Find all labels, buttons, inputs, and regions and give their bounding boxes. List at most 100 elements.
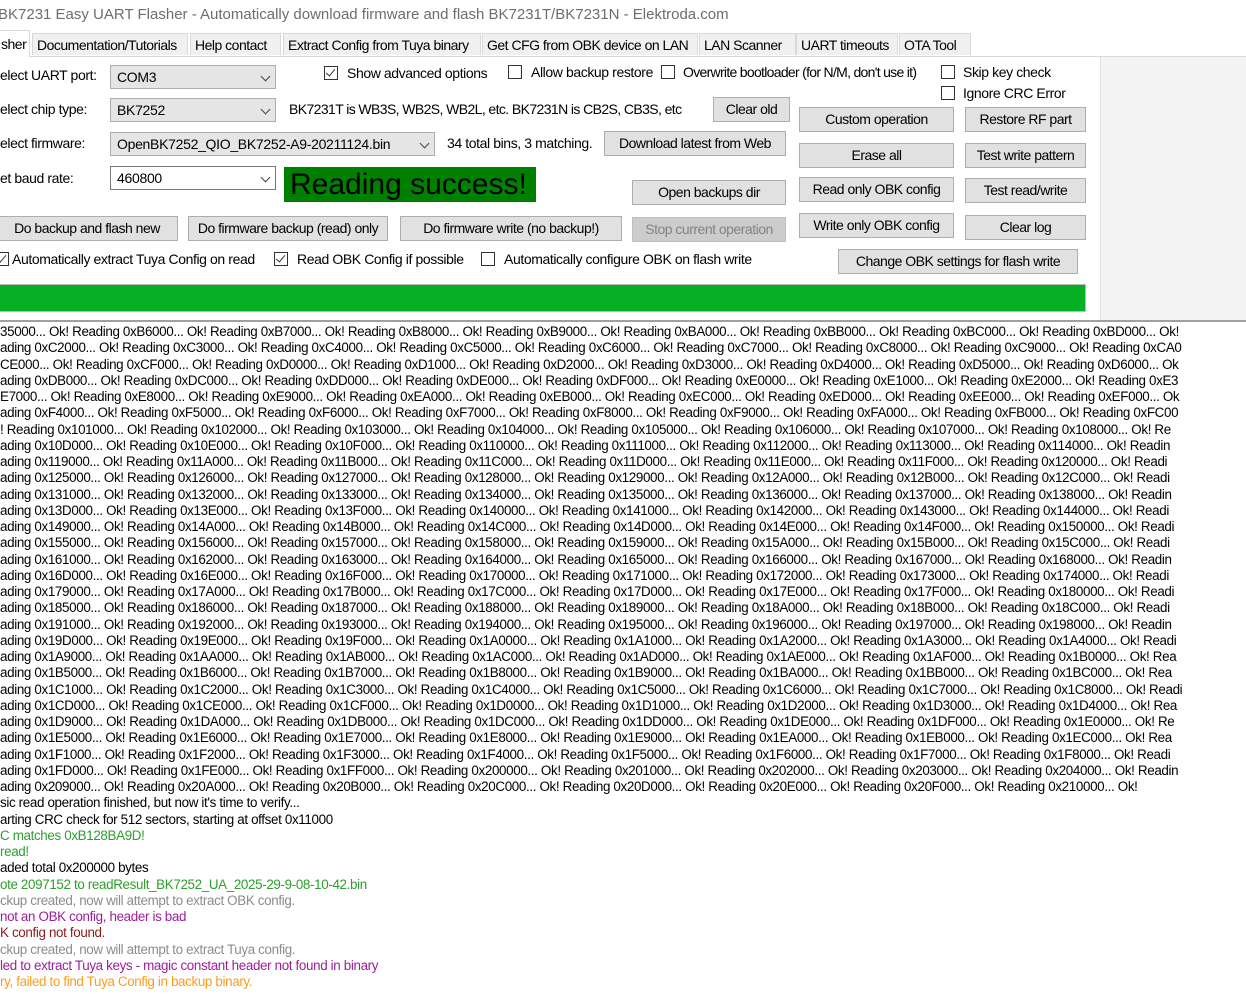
tab-help-contact[interactable]: Help contact [190, 33, 281, 55]
tab-bar: sher Documentation/Tutorials Help contac… [0, 30, 1246, 57]
log-line: not an OBK config, header is bad [0, 909, 187, 924]
change-obk-settings-button[interactable]: Change OBK settings for flash write [838, 249, 1078, 274]
backup-only-button[interactable]: Do firmware backup (read) only [188, 216, 388, 241]
restore-rf-button[interactable]: Restore RF part [965, 107, 1086, 132]
chevron-down-icon [260, 172, 271, 183]
read-obk-config-label: Read OBK Config if possible [297, 251, 464, 267]
log-line: ading 0x209000... Ok! Reading 0x20A000..… [0, 779, 1138, 794]
chevron-down-icon [419, 138, 430, 149]
write-obk-config-button[interactable]: Write only OBK config [799, 213, 954, 238]
log-line: aded total 0x200000 bytes [0, 860, 149, 876]
log-line: ading 0x1A9000... Ok! Reading 0x1AA000..… [0, 649, 1177, 664]
log-line: ading 0x185000... Ok! Reading 0x186000..… [0, 600, 1170, 616]
auto-extract-tuya-checkbox[interactable] [0, 252, 9, 266]
log-line: ading 0xDB000... Ok! Reading 0xDC000... … [0, 372, 1179, 388]
log-line: ading 0x149000... Ok! Reading 0x14A000..… [0, 519, 1175, 534]
log-line: 35000... Ok! Reading 0xB6000... Ok! Read… [0, 324, 1179, 339]
tab-lan-scanner[interactable]: LAN Scanner [699, 33, 796, 55]
firmware-select[interactable]: OpenBK7252_QIO_BK7252-A9-20211124.bin [110, 132, 435, 156]
log-splitter[interactable] [0, 320, 1246, 322]
skip-key-check-label: Skip key check [963, 64, 1051, 80]
baud-rate-value: 460800 [117, 170, 162, 186]
tab-extract-config[interactable]: Extract Config from Tuya binary [283, 33, 481, 55]
progress-bar [0, 284, 1086, 312]
log-line: ading 0x13D000... Ok! Reading 0x13E000..… [0, 502, 1169, 518]
chevron-down-icon [260, 104, 271, 115]
log-line: ote 2097152 to readResult_BK7252_UA_2025… [0, 876, 367, 892]
auto-configure-obk-checkbox[interactable] [481, 252, 495, 266]
download-latest-button[interactable]: Download latest from Web [604, 131, 786, 156]
log-line: ading 0x10D000... Ok! Reading 0x10E000..… [0, 437, 1171, 453]
log-line: ading 0xC2000... Ok! Reading 0xC3000... … [0, 340, 1182, 356]
log-line: ry, failed to find Tuya Config in backup… [0, 974, 253, 989]
log-line: ading 0x155000... Ok! Reading 0x156000..… [0, 535, 1170, 551]
test-read-write-button[interactable]: Test read/write [965, 178, 1086, 203]
clear-log-button[interactable]: Clear log [965, 215, 1086, 240]
log-line: ading 0x119000... Ok! Reading 0x11A000..… [0, 454, 1168, 469]
stop-operation-button[interactable]: Stop current operation [632, 217, 786, 242]
log-line: read! [0, 844, 29, 859]
firmware-value: OpenBK7252_QIO_BK7252-A9-20211124.bin [117, 136, 391, 152]
log-line: ading 0x1E5000... Ok! Reading 0x1E6000..… [0, 730, 1172, 746]
log-line: led to extract Tuya keys - magic constan… [0, 957, 379, 973]
open-backups-button[interactable]: Open backups dir [632, 180, 786, 205]
log-line: ading 0x1FD000... Ok! Reading 0x1FE000..… [0, 762, 1179, 778]
log-line: ! Reading 0x101000... Ok! Reading 0x1020… [0, 421, 1171, 437]
firmware-info-text: 34 total bins, 3 matching. [447, 135, 593, 151]
tab-flasher[interactable]: sher [0, 30, 30, 57]
tab-ota-tool[interactable]: OTA Tool [899, 33, 971, 55]
chip-type-label: elect chip type: [0, 101, 87, 117]
chip-type-select[interactable]: BK7252 [110, 98, 276, 122]
log-line: ading 0x19D000... Ok! Reading 0x19E000..… [0, 632, 1177, 648]
log-line: C matches 0xB128BA9D! [0, 827, 145, 843]
clear-old-button[interactable]: Clear old [713, 97, 790, 122]
ignore-crc-checkbox[interactable] [941, 86, 955, 100]
allow-backup-restore-label: Allow backup restore [531, 64, 653, 80]
log-line: ckup created, now will attempt to extrac… [0, 892, 295, 908]
backup-and-flash-button[interactable]: Do backup and flash new [0, 216, 178, 241]
overwrite-bootloader-checkbox[interactable] [661, 65, 675, 79]
chip-type-value: BK7252 [117, 102, 166, 118]
log-line: ading 0x125000... Ok! Reading 0x126000..… [0, 470, 1170, 486]
log-line: ading 0x191000... Ok! Reading 0x192000..… [0, 616, 1172, 632]
uart-port-value: COM3 [117, 69, 157, 85]
log-line: ading 0x16D000... Ok! Reading 0x16E000..… [0, 567, 1169, 583]
skip-key-check-checkbox[interactable] [941, 65, 955, 79]
tab-uart-timeouts[interactable]: UART timeouts [796, 33, 898, 55]
show-advanced-checkbox[interactable] [324, 66, 338, 80]
log-output[interactable]: 35000... Ok! Reading 0xB6000... Ok! Read… [0, 324, 1246, 1007]
tab-documentation[interactable]: Documentation/Tutorials [32, 33, 188, 55]
log-line: sic read operation finished, but now it'… [0, 795, 300, 811]
log-line: ading 0x1C1000... Ok! Reading 0x1C2000..… [0, 681, 1183, 697]
log-line: arting CRC check for 512 sectors, starti… [0, 811, 333, 827]
log-line: E7000... Ok! Reading 0xE8000... Ok! Read… [0, 389, 1180, 404]
firmware-label: elect firmware: [0, 135, 86, 151]
custom-operation-button[interactable]: Custom operation [799, 107, 954, 132]
read-obk-config-button[interactable]: Read only OBK config [799, 177, 954, 202]
allow-backup-restore-checkbox[interactable] [508, 65, 522, 79]
log-line: ading 0x1D9000... Ok! Reading 0x1DA000..… [0, 714, 1175, 729]
baud-rate-select[interactable]: 460800 [110, 166, 276, 190]
log-line: CE000... Ok! Reading 0xCF000... Ok! Read… [0, 356, 1179, 372]
baud-rate-label: et baud rate: [0, 170, 74, 186]
show-advanced-label: Show advanced options [347, 65, 488, 81]
auto-configure-obk-label: Automatically configure OBK on flash wri… [504, 251, 752, 267]
log-line: ading 0x179000... Ok! Reading 0x17A000..… [0, 584, 1175, 599]
tab-get-cfg-lan[interactable]: Get CFG from OBK device on LAN [482, 33, 698, 55]
read-obk-config-checkbox[interactable] [274, 252, 288, 266]
write-only-button[interactable]: Do firmware write (no backup!) [400, 216, 622, 241]
status-banner: Reading success! [284, 167, 536, 202]
side-panel [1100, 57, 1246, 321]
log-line: ading 0x131000... Ok! Reading 0x132000..… [0, 486, 1172, 502]
auto-extract-tuya-label: Automatically extract Tuya Config on rea… [12, 251, 255, 267]
uart-port-select[interactable]: COM3 [110, 65, 276, 89]
log-line: ading 0xF4000... Ok! Reading 0xF5000... … [0, 405, 1179, 421]
log-line: ading 0x1F1000... Ok! Reading 0x1F2000..… [0, 746, 1171, 762]
ignore-crc-label: Ignore CRC Error [963, 85, 1066, 101]
erase-all-button[interactable]: Erase all [799, 143, 954, 168]
test-write-pattern-button[interactable]: Test write pattern [965, 143, 1086, 168]
window-title: BK7231 Easy UART Flasher - Automatically… [0, 6, 729, 23]
log-line: ading 0x161000... Ok! Reading 0x162000..… [0, 551, 1172, 567]
log-line: ading 0x1CD000... Ok! Reading 0x1CE000..… [0, 697, 1178, 713]
overwrite-bootloader-label: Overwrite bootloader (for N/M, don't use… [683, 64, 917, 80]
